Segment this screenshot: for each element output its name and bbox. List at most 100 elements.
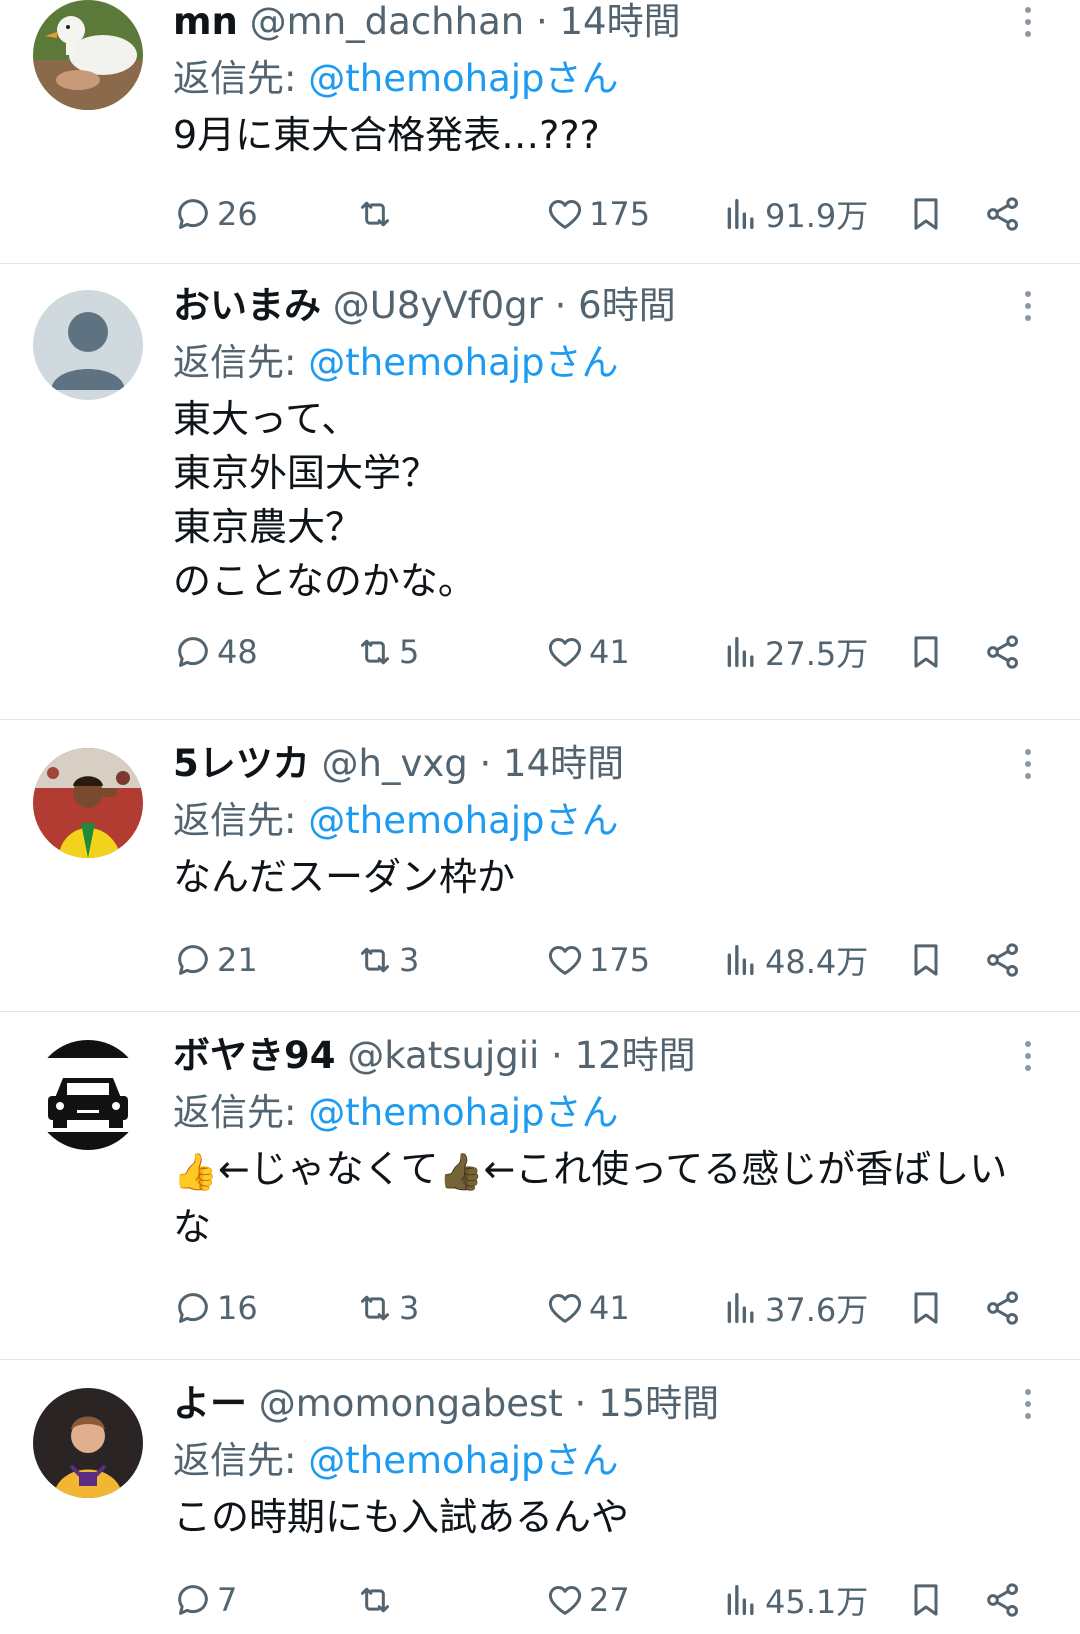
action-bar: 26 175 91.9万 xyxy=(173,192,1033,236)
bookmark-button[interactable] xyxy=(906,1578,950,1622)
share-button[interactable] xyxy=(983,938,1027,982)
like-button[interactable]: 175 xyxy=(545,192,650,236)
reply-count: 48 xyxy=(217,633,258,671)
reply-button[interactable]: 21 xyxy=(173,938,258,982)
retweet-count: 5 xyxy=(399,633,420,671)
views-button[interactable]: 37.6万 xyxy=(721,1286,868,1330)
mention-handle[interactable]: @themohajp xyxy=(308,799,544,842)
bookmark-button[interactable] xyxy=(906,938,950,982)
share-button[interactable] xyxy=(983,192,1027,236)
like-button[interactable]: 41 xyxy=(545,1286,630,1330)
tweet-text: この時期にも入試あるんや xyxy=(173,1495,630,1539)
reply-mention-link[interactable]: @themohajpさん xyxy=(308,799,618,842)
share-button[interactable] xyxy=(983,1286,1027,1330)
reply-mention-link[interactable]: @themohajpさん xyxy=(308,1091,618,1134)
reply-button[interactable]: 16 xyxy=(173,1286,258,1330)
views-button[interactable]: 48.4万 xyxy=(721,938,868,982)
timestamp[interactable]: 14時間 xyxy=(560,0,681,43)
separator: · xyxy=(539,1034,575,1077)
avatar[interactable] xyxy=(33,1040,143,1150)
reply-mention-link[interactable]: @themohajpさん xyxy=(308,57,618,100)
display-name[interactable]: おいまみ xyxy=(173,284,321,327)
reply-button[interactable]: 48 xyxy=(173,630,258,674)
like-count: 175 xyxy=(589,941,651,979)
retweet-button[interactable]: 3 xyxy=(355,938,419,982)
mention-handle[interactable]: @themohajp xyxy=(308,1091,544,1134)
like-button[interactable]: 41 xyxy=(545,630,630,674)
more-options-icon[interactable] xyxy=(1016,1382,1040,1426)
more-options-icon[interactable] xyxy=(1016,0,1040,44)
bookmark-button[interactable] xyxy=(906,192,950,236)
reply-button[interactable]: 26 xyxy=(173,192,258,236)
handle[interactable]: @katsujgii xyxy=(347,1034,539,1077)
reply-prefix: 返信先: xyxy=(173,1091,309,1134)
car-avatar-image xyxy=(33,1040,143,1150)
bookmark-button[interactable] xyxy=(906,630,950,674)
views-button[interactable]: 45.1万 xyxy=(721,1578,868,1622)
views-button[interactable]: 27.5万 xyxy=(721,630,868,674)
action-bar: 21 3 175 48.4万 xyxy=(173,938,1033,982)
mention-handle[interactable]: @themohajp xyxy=(308,341,544,384)
more-options-icon[interactable] xyxy=(1016,1034,1040,1078)
more-options-icon[interactable] xyxy=(1016,284,1040,328)
retweet-icon xyxy=(361,639,389,665)
avatar[interactable] xyxy=(33,1388,143,1498)
timestamp[interactable]: 15時間 xyxy=(598,1382,719,1425)
display-name[interactable]: ボヤき94 xyxy=(173,1034,336,1077)
reply-context: 返信先: @themohajpさん xyxy=(173,1086,1020,1140)
heart-icon xyxy=(548,638,582,667)
tweet[interactable]: おいまみ @U8yVf0gr · 6時間 返信先: @themohajpさん 東… xyxy=(0,264,1080,720)
avatar[interactable] xyxy=(33,748,143,858)
mention-suffix[interactable]: さん xyxy=(545,57,619,100)
tweet[interactable]: ボヤき94 @katsujgii · 12時間 返信先: @themohajpさ… xyxy=(0,1012,1080,1360)
more-options-icon[interactable] xyxy=(1016,742,1040,786)
reply-prefix: 返信先: xyxy=(173,799,309,842)
retweet-button[interactable] xyxy=(355,1578,399,1622)
bookmark-button[interactable] xyxy=(906,1286,950,1330)
action-bar: 16 3 41 37.6万 xyxy=(173,1286,1033,1330)
reply-mention-link[interactable]: @themohajpさん xyxy=(308,1439,618,1482)
mention-handle[interactable]: @themohajp xyxy=(308,1439,544,1482)
handle[interactable]: @momongabest xyxy=(259,1382,563,1425)
action-bar: 48 5 41 27.5万 xyxy=(173,630,1033,674)
reply-icon xyxy=(178,945,208,975)
view-count: 48.4万 xyxy=(765,943,869,981)
reply-mention-link[interactable]: @themohajpさん xyxy=(308,341,618,384)
tweet-text-part1: ←じゃなくて xyxy=(217,1147,439,1191)
handle[interactable]: @mn_dachhan xyxy=(250,0,525,43)
tweet[interactable]: よー @momongabest · 15時間 返信先: @themohajpさん… xyxy=(0,1360,1080,1634)
reply-button[interactable]: 7 xyxy=(173,1578,237,1622)
display-name[interactable]: よー xyxy=(173,1382,247,1425)
like-button[interactable]: 27 xyxy=(545,1578,630,1622)
share-button[interactable] xyxy=(983,1578,1027,1622)
timestamp[interactable]: 14時間 xyxy=(503,742,624,785)
tweet[interactable]: mn @mn_dachhan · 14時間 返信先: @themohajpさん … xyxy=(0,0,1080,264)
avatar[interactable] xyxy=(33,290,143,400)
retweet-button[interactable] xyxy=(355,192,399,236)
mention-suffix[interactable]: さん xyxy=(545,799,619,842)
view-count: 45.1万 xyxy=(765,1583,869,1621)
share-button[interactable] xyxy=(983,630,1027,674)
timestamp[interactable]: 6時間 xyxy=(578,284,676,327)
mention-suffix[interactable]: さん xyxy=(545,1439,619,1482)
retweet-button[interactable]: 5 xyxy=(355,630,419,674)
avatar[interactable] xyxy=(33,0,143,110)
basketball-player-avatar-image xyxy=(33,1388,143,1498)
timestamp[interactable]: 12時間 xyxy=(575,1034,696,1077)
mention-handle[interactable]: @themohajp xyxy=(308,57,544,100)
tweet-text: なんだスーダン枠か xyxy=(173,855,516,899)
like-count: 41 xyxy=(589,633,630,671)
mention-suffix[interactable]: さん xyxy=(545,341,619,384)
handle[interactable]: @h_vxg xyxy=(322,742,468,785)
tweet[interactable]: 5レツカ @h_vxg · 14時間 返信先: @themohajpさん なんだ… xyxy=(0,720,1080,1012)
display-name[interactable]: mn xyxy=(173,0,238,43)
like-button[interactable]: 175 xyxy=(545,938,650,982)
retweet-button[interactable]: 3 xyxy=(355,1286,419,1330)
views-button[interactable]: 91.9万 xyxy=(721,192,868,236)
tweet-header: ボヤき94 @katsujgii · 12時間 xyxy=(173,1034,1020,1078)
display-name[interactable]: 5レツカ xyxy=(173,742,310,785)
analytics-icon xyxy=(727,199,754,229)
mention-suffix[interactable]: さん xyxy=(545,1091,619,1134)
reply-icon xyxy=(178,637,208,667)
handle[interactable]: @U8yVf0gr xyxy=(333,284,543,327)
